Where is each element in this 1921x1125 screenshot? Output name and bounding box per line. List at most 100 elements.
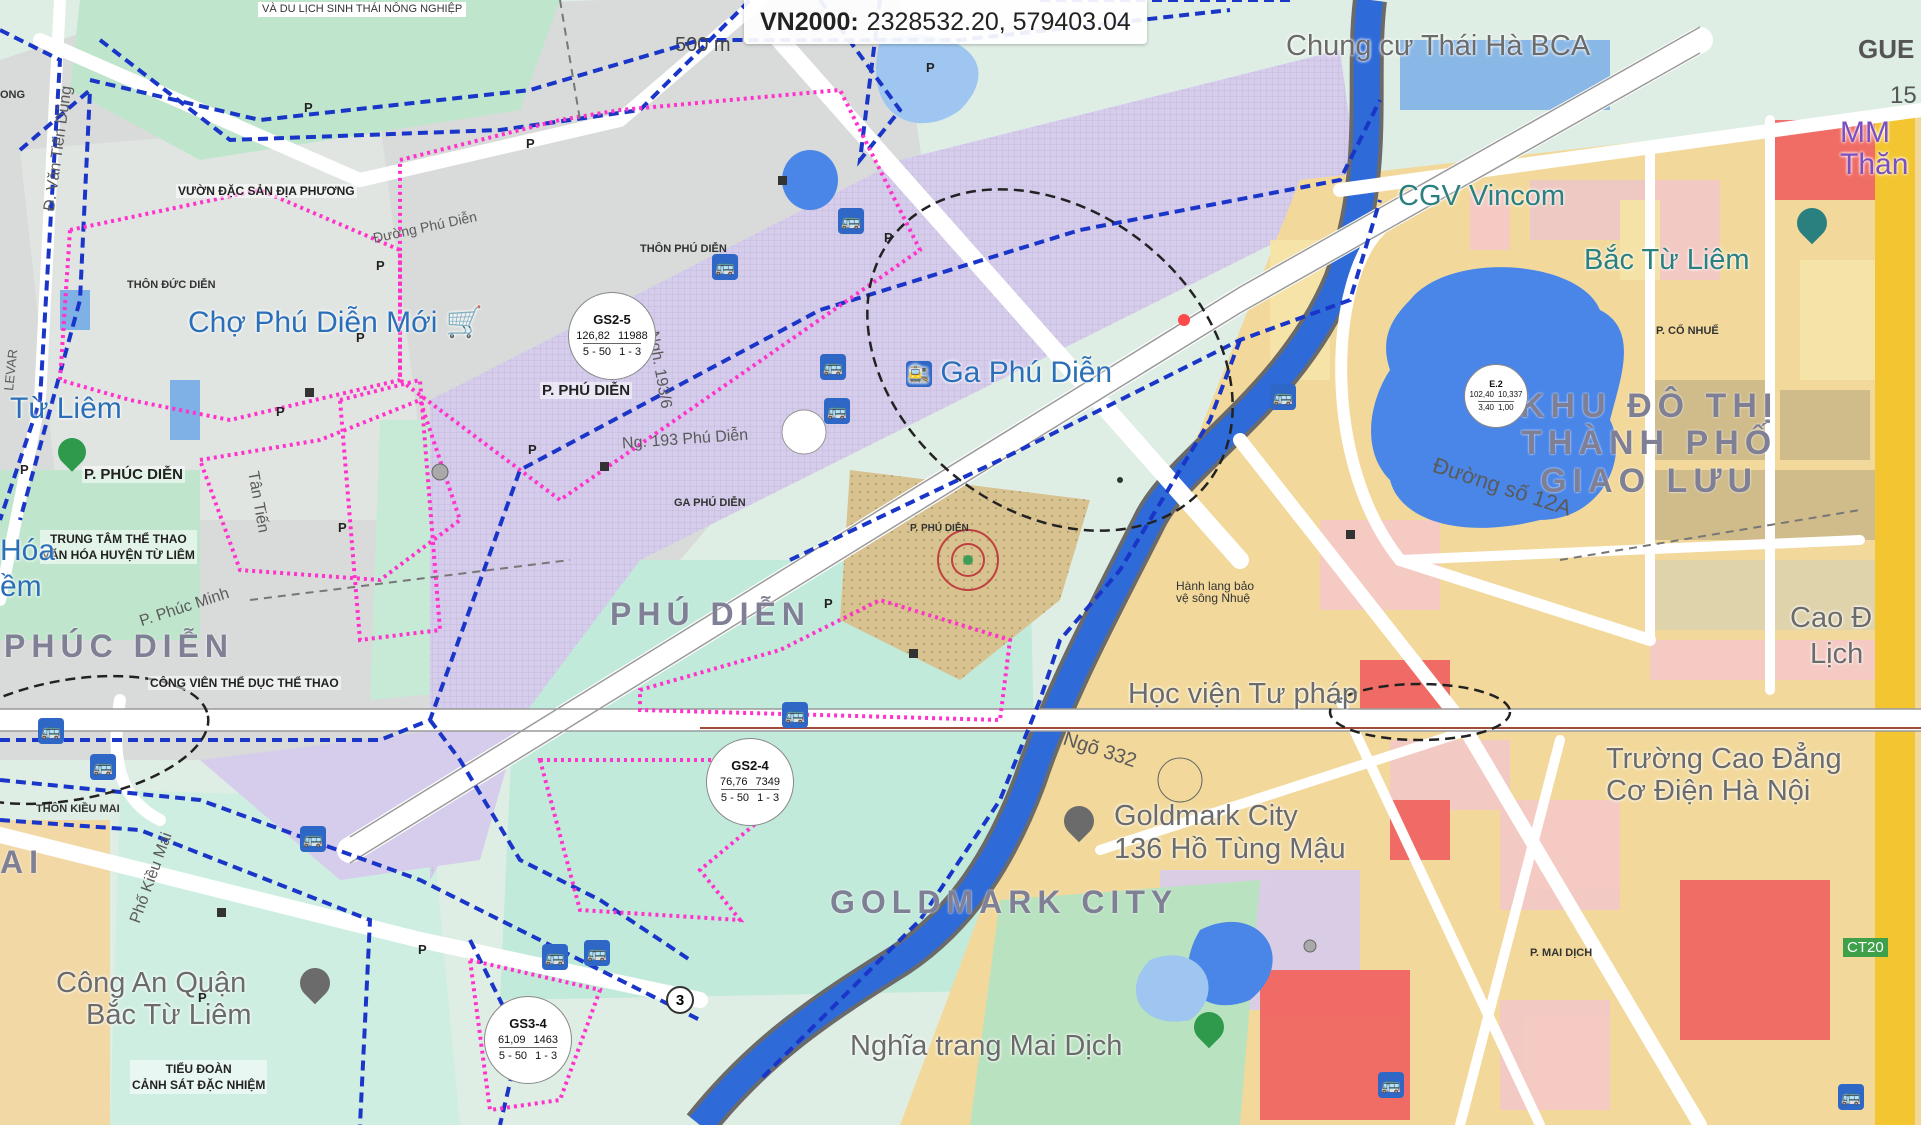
bus-stop-icon[interactable]: 🚌 <box>1838 1084 1864 1110</box>
plot-floor: 1 - 3 <box>757 792 780 805</box>
plot-height: 5 - 50 <box>720 792 750 805</box>
label-hoa: Hóa <box>0 534 56 567</box>
label-trung-tam-line2: VĂN HÓA HUYỆN TỪ LIÊM <box>42 548 195 563</box>
label-trung-tam-line1: TRUNG TÂM THỂ THAO <box>50 532 187 546</box>
label-ai: AI <box>0 844 44 880</box>
plot-e2[interactable]: E.2 102,40 10,337 3,40 1,00 <box>1464 364 1528 428</box>
area-khu-do-thi-line2: THÀNH PHỐ <box>1521 424 1778 463</box>
label-tu-liem: Từ Liêm <box>10 392 122 425</box>
poi-mm-line1[interactable]: MM <box>1840 118 1890 148</box>
parking-icon: P <box>824 596 833 611</box>
label-gue: GUE <box>1858 34 1915 64</box>
parking-icon: P <box>526 136 535 151</box>
bus-stop-icon[interactable]: 🚌 <box>300 826 326 852</box>
poi-cong-an-line2: Bắc Từ Liêm <box>86 998 252 1031</box>
plot-area: 102,40 <box>1469 390 1494 400</box>
label-trung-tam: TRUNG TÂM THỂ THAO VĂN HÓA HUYỆN TỪ LIÊM <box>40 530 197 565</box>
label-ga-phu-dien-text: GA PHÚ DIỄN <box>674 497 746 509</box>
plot-floor: 1,00 <box>1498 402 1514 412</box>
top-left-label: VÀ DU LỊCH SINH THÁI NÔNG NGHIỆP <box>258 2 467 17</box>
plot-area: 61,09 <box>497 1034 526 1047</box>
area-goldmark: GOLDMARK CITY <box>830 884 1179 920</box>
parking-icon: P <box>198 990 207 1005</box>
bus-stop-icon[interactable]: 🚌 <box>38 718 64 744</box>
bus-stop-icon[interactable]: 🚌 <box>1270 384 1296 410</box>
parking-icon: P <box>418 942 427 957</box>
coordinate-value: 2328532.20, 579403.04 <box>866 7 1131 36</box>
plot-pop: 7349 <box>755 776 780 789</box>
label-p-phuc-dien: P. PHÚC DIỄN <box>82 466 185 483</box>
plot-area: 126,82 <box>576 330 610 343</box>
coordinate-crs: VN2000: <box>760 7 859 36</box>
plot-height: 5 - 50 <box>498 1050 528 1063</box>
bus-stop-icon[interactable]: 🚌 <box>584 940 610 966</box>
poi-hoc-vien[interactable]: Học viện Tư pháp <box>1128 680 1358 709</box>
poi-cgv-line2: Bắc Từ Liêm <box>1584 244 1750 276</box>
parking-icon: P <box>304 100 313 115</box>
poi-cgv-line1[interactable]: CGV Vincom <box>1398 182 1565 211</box>
parking-icon: P <box>276 404 285 419</box>
route-badge-3: 3 <box>666 986 694 1014</box>
poi-truong-line2: Cơ Điện Hà Nội <box>1606 774 1811 807</box>
plot-gs2-4[interactable]: GS2-4 76,76 7349 5 - 50 1 - 3 <box>706 738 794 826</box>
poi-cong-an[interactable]: Công An Quận Bắc Từ Liêm <box>56 967 252 1032</box>
plot-floor: 1 - 3 <box>535 1050 558 1063</box>
label-ong: ONG <box>0 89 26 101</box>
label-gue-num: 15 <box>1890 82 1917 109</box>
plot-gs2-5[interactable]: GS2-5 126,82 11988 5 - 50 1 - 3 <box>568 292 656 380</box>
label-p-mai-dich: P. MAI DỊCH <box>1530 947 1593 959</box>
coordinate-readout: VN2000: 2328532.20, 579403.04 <box>744 0 1147 44</box>
poi-chung-cu[interactable]: Chung cư Thái Hà BCA <box>1286 32 1590 61</box>
bus-stop-icon[interactable]: 🚌 <box>1378 1072 1404 1098</box>
label-cao2: Lịch <box>1810 638 1864 670</box>
poi-cho-phu-dien-text: Chợ Phú Diễn Mới <box>188 306 438 339</box>
scale-label: 500 m <box>675 34 731 56</box>
label-p-co-nhue: P. CỔ NHUẾ <box>1656 325 1719 337</box>
label-cao1: Cao Đ <box>1790 602 1873 634</box>
poi-ga-phu-dien[interactable]: 🚉 Ga Phú Diễn <box>906 358 1112 388</box>
cart-icon: 🛒 <box>445 306 484 339</box>
label-p-phu-dien: P. PHÚ DIỄN <box>540 382 633 399</box>
parking-icon: P <box>926 60 935 75</box>
plot-area: 76,76 <box>719 776 748 789</box>
parking-icon: P <box>356 330 365 345</box>
poi-goldmark-line1: Goldmark City <box>1114 800 1298 832</box>
label-thon-kieu-mai: THÔN KIỀU MAI <box>36 803 120 815</box>
plot-floor: 1 - 3 <box>619 346 642 359</box>
poi-cho-phu-dien[interactable]: Chợ Phú Diễn Mới 🛒 <box>188 308 483 338</box>
bus-stop-icon[interactable]: 🚌 <box>90 754 116 780</box>
bus-stop-icon[interactable]: 🚌 <box>824 398 850 424</box>
label-tieu-doan: TIỂU ĐOÀN CẢNH SÁT ĐẶC NHIỆM <box>130 1060 268 1095</box>
poi-goldmark[interactable]: Goldmark City 136 Hồ Tùng Mậu <box>1114 800 1346 867</box>
bus-stop-icon[interactable]: 🚌 <box>782 702 808 728</box>
poi-truong-cao-dang[interactable]: Trường Cao Đẳng Cơ Điện Hà Nội <box>1606 743 1842 808</box>
poi-ga-phu-dien-text: Ga Phú Diễn <box>940 356 1113 389</box>
poi-goldmark-line2: 136 Hồ Tùng Mậu <box>1114 833 1346 866</box>
parking-icon: P <box>376 258 385 273</box>
poi-cong-an-line1: Công An Quận <box>56 967 247 999</box>
label-p-phu-dien-2: P. PHÚ DIỄN <box>910 523 969 534</box>
label-hanh-lang: Hành lang bảo vệ sông Nhuệ <box>1176 579 1255 605</box>
poi-mm-line2: Thăn <box>1840 148 1909 181</box>
bus-stop-icon[interactable]: 🚌 <box>542 944 568 970</box>
bus-stop-icon[interactable]: 🚌 <box>838 208 864 234</box>
label-tieu-doan-line1: TIỂU ĐOÀN <box>165 1062 232 1076</box>
parking-icon: P <box>20 462 29 477</box>
plot-height: 3,40 <box>1478 402 1494 412</box>
label-em: ềm <box>0 570 42 603</box>
label-vuon-dac-san: VƯỜN ĐẶC SẢN ĐỊA PHƯƠNG <box>176 184 357 198</box>
plot-gs3-4[interactable]: GS3-4 61,09 1463 5 - 50 1 - 3 <box>484 996 572 1084</box>
plot-pop: 1463 <box>533 1034 558 1047</box>
train-icon: 🚉 <box>906 361 932 388</box>
area-phuc-dien: PHÚC DIỄN <box>4 628 235 664</box>
label-ct20: CT20 <box>1843 938 1888 957</box>
plot-code: GS2-5 <box>593 312 631 328</box>
plot-code: GS2-4 <box>731 758 769 774</box>
parking-icon: P <box>338 520 347 535</box>
poi-nghia-trang[interactable]: Nghĩa trang Mai Dịch <box>850 1032 1122 1061</box>
parking-icon: P <box>884 230 893 245</box>
plot-code: E.2 <box>1489 378 1503 389</box>
map-canvas[interactable]: 500 m VÀ DU LỊCH SINH THÁI NÔNG NGHIỆP V… <box>0 0 1921 1125</box>
bus-stop-icon[interactable]: 🚌 <box>712 254 738 280</box>
bus-stop-icon[interactable]: 🚌 <box>820 354 846 380</box>
